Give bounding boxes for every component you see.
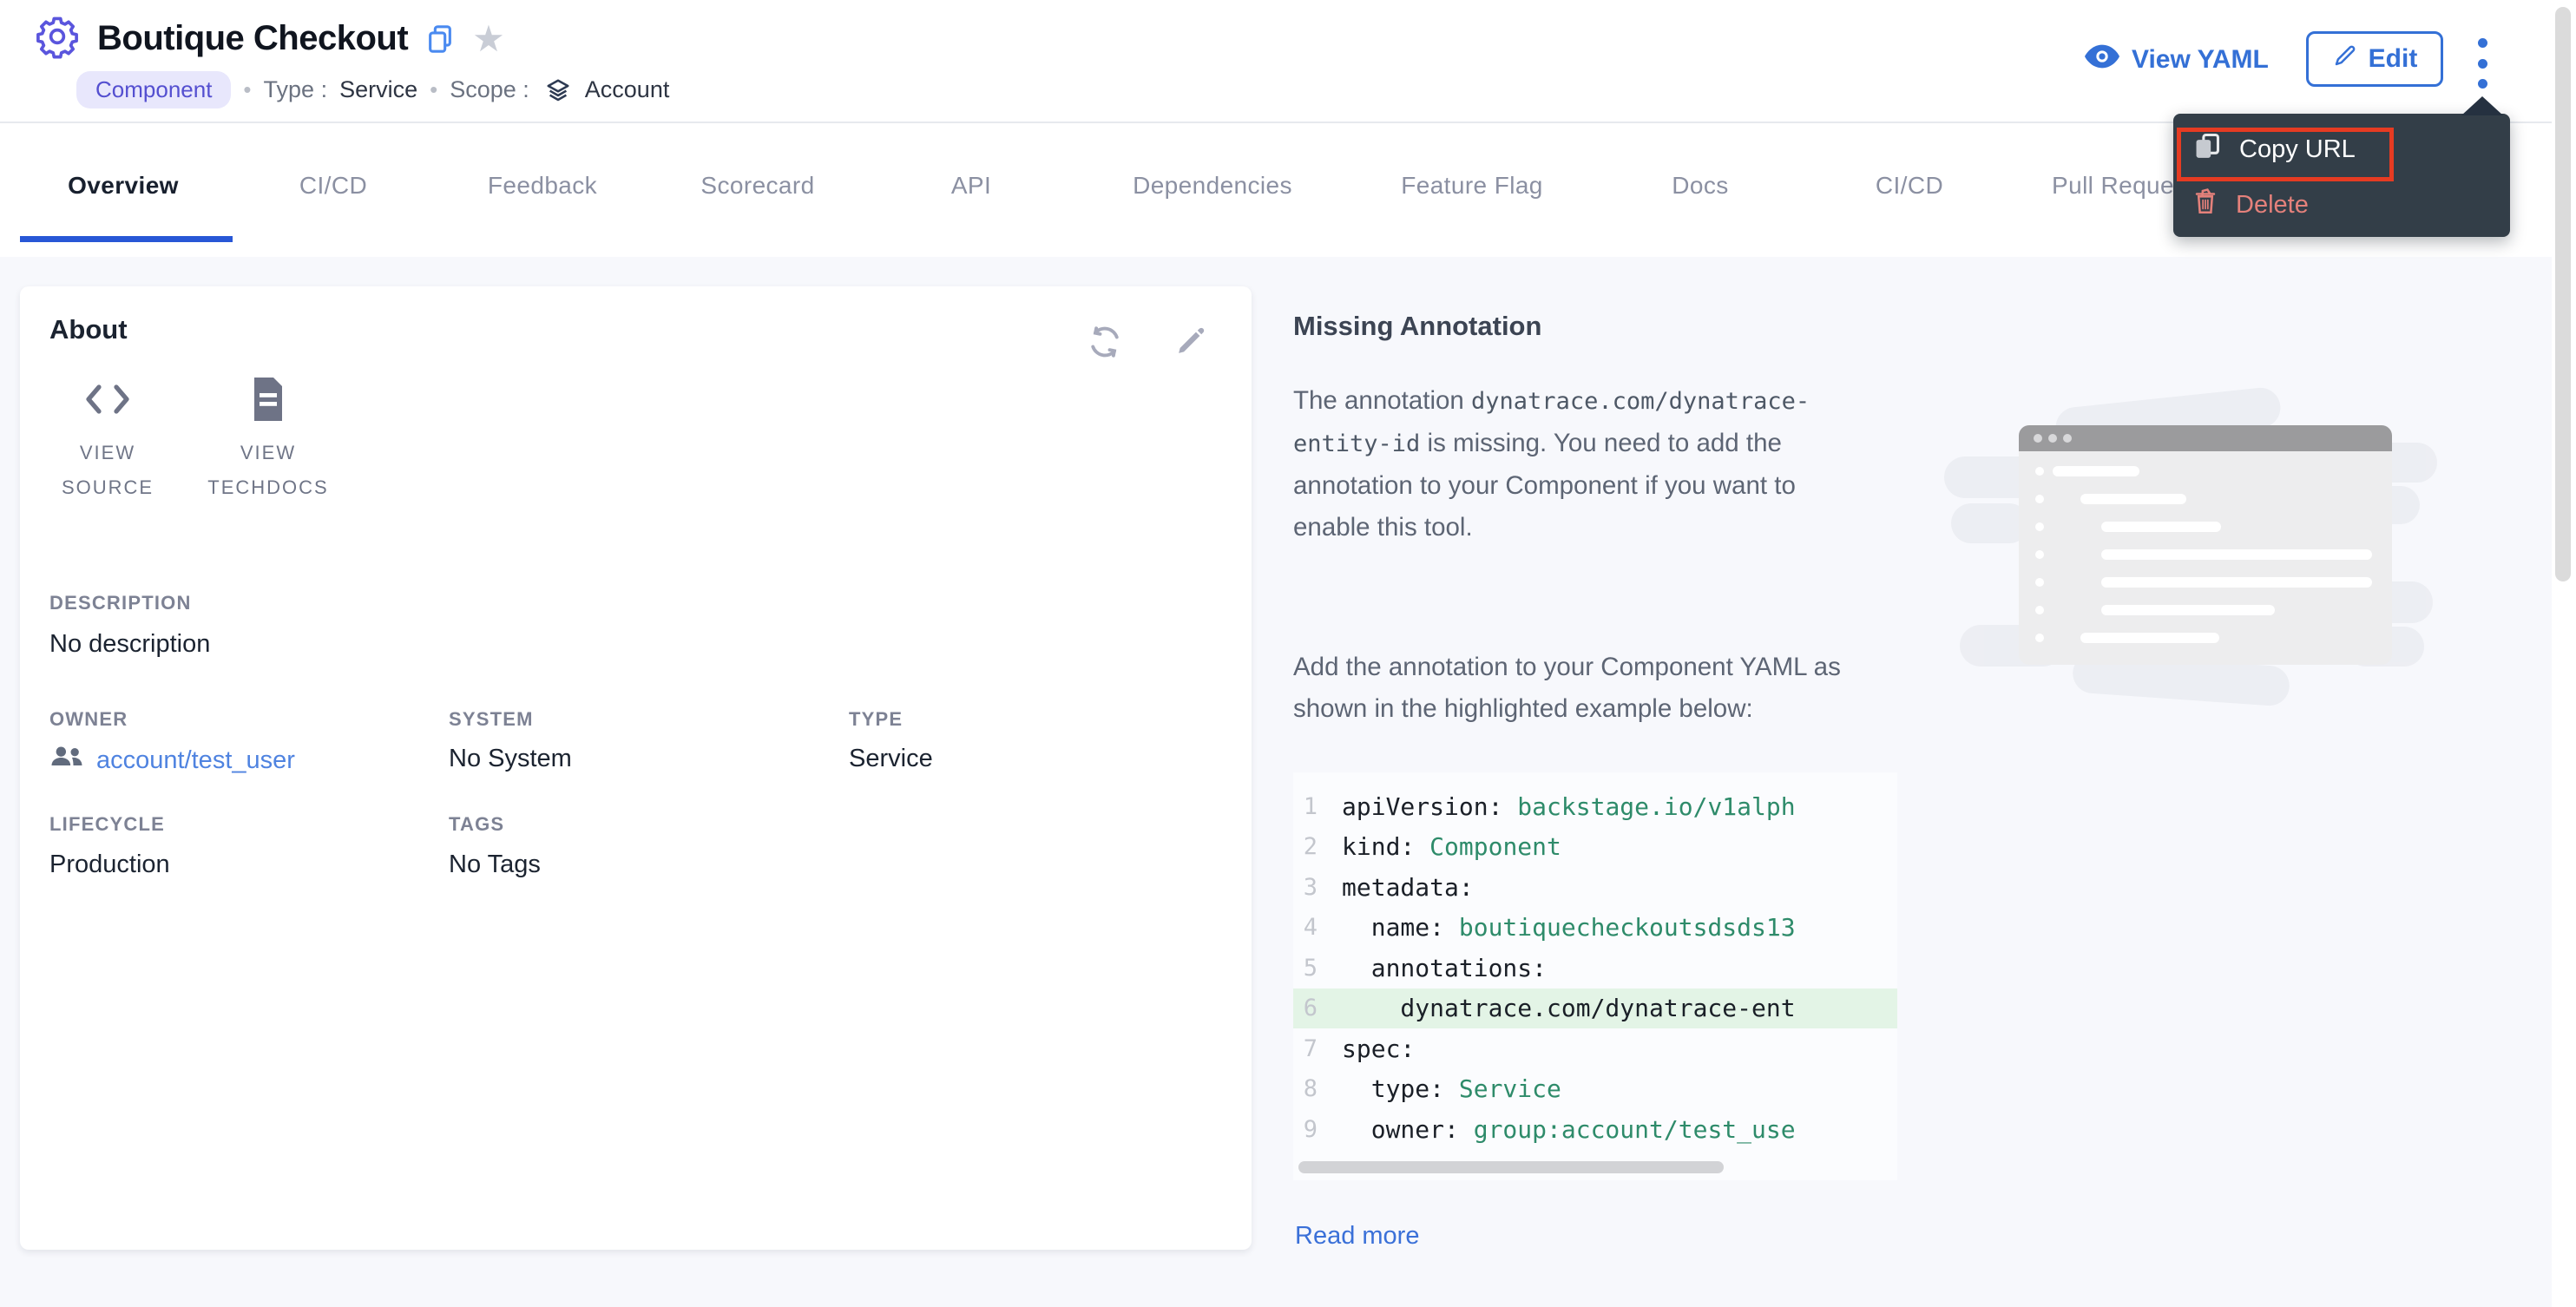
entity-breadcrumb: Component • Type : Service • Scope : Acc… [76, 71, 669, 108]
tags-value: No Tags [449, 851, 541, 879]
pencil-icon [2332, 43, 2358, 76]
owner-label: OWNER [49, 708, 128, 731]
code-line: 5 annotations: [1293, 948, 1897, 988]
code-line: 1apiVersion: backstage.io/v1alph [1293, 786, 1897, 827]
code-line: 8 type: Service [1293, 1069, 1897, 1110]
menu-item-delete[interactable]: Delete [2173, 180, 2510, 230]
copy-icon [2192, 130, 2222, 168]
kind-badge: Component [76, 71, 231, 108]
code-icon [34, 377, 181, 422]
group-icon [49, 745, 84, 776]
entity-actions-menu: Copy URL Delete [2173, 114, 2510, 237]
system-label: SYSTEM [449, 708, 534, 731]
system-value: No System [449, 745, 572, 773]
layers-icon [545, 77, 571, 103]
type-field-value: Service [849, 745, 933, 773]
tab-docs[interactable]: Docs [1672, 172, 1728, 200]
tab-dependencies[interactable]: Dependencies [1133, 172, 1292, 200]
tab-api[interactable]: API [951, 172, 991, 200]
code-line: 3metadata: [1293, 867, 1897, 908]
code-line-highlighted: 6 dynatrace.com/dynatrace-ent [1293, 988, 1897, 1029]
annotation-instruction: Add the annotation to your Component YAM… [1293, 647, 1873, 730]
missing-annotation-title: Missing Annotation [1293, 311, 1541, 342]
tab-cicd[interactable]: CI/CD [299, 172, 367, 200]
tags-label: TAGS [449, 813, 504, 836]
copy-entity-name-button[interactable] [425, 23, 455, 56]
code-line: 2kind: Component [1293, 827, 1897, 868]
about-card-title: About [49, 314, 128, 345]
code-line: 9 owner: group:account/test_use [1293, 1109, 1897, 1150]
tab-scorecard[interactable]: Scorecard [700, 172, 814, 200]
tab-overview[interactable]: Overview [68, 172, 179, 200]
trash-icon [2192, 187, 2218, 223]
main-content: About VIEW SOURCE [0, 257, 2552, 1307]
code-horizontal-scrollbar[interactable] [1298, 1161, 1724, 1173]
type-value: Service [339, 76, 417, 103]
edit-about-icon[interactable] [1171, 323, 1209, 361]
scope-value: Account [585, 76, 670, 103]
edit-button[interactable]: Edit [2306, 31, 2443, 87]
code-line: 7spec: [1293, 1028, 1897, 1069]
kebab-menu-button[interactable] [2470, 38, 2494, 89]
description-value: No description [49, 630, 210, 659]
page-header: Boutique Checkout ★ Component • Type : S… [0, 0, 2552, 123]
eye-icon [2085, 43, 2119, 76]
favorite-star-button[interactable]: ★ [472, 21, 505, 57]
yaml-code-block: 1apiVersion: backstage.io/v1alph 2kind: … [1293, 772, 1897, 1180]
code-line: 4 name: boutiquecheckoutsdsds13 [1293, 908, 1897, 949]
read-more-link[interactable]: Read more [1295, 1222, 1419, 1251]
scope-label: Scope : [450, 76, 529, 103]
about-card: About VIEW SOURCE [20, 286, 1252, 1250]
tab-bar: Overview CI/CD Feedback Scorecard API De… [0, 123, 2552, 257]
annotation-description: The annotation dynatrace.com/dynatrace-e… [1293, 380, 1873, 548]
view-techdocs-link[interactable]: VIEW TECHDOCS [181, 377, 355, 505]
tab-cicd-2[interactable]: CI/CD [1876, 172, 1943, 200]
lifecycle-label: LIFECYCLE [49, 813, 165, 836]
tab-feature-flag[interactable]: Feature Flag [1401, 172, 1543, 200]
description-label: DESCRIPTION [49, 592, 192, 614]
page-title: Boutique Checkout [97, 19, 408, 58]
view-yaml-button[interactable]: View YAML [2085, 43, 2269, 76]
document-icon [181, 377, 355, 422]
type-field-label: TYPE [849, 708, 903, 731]
refresh-icon[interactable] [1086, 323, 1124, 361]
view-source-link[interactable]: VIEW SOURCE [34, 377, 181, 505]
browser-window-illustration [1942, 373, 2446, 716]
menu-item-copy-url[interactable]: Copy URL [2173, 124, 2510, 174]
page-scrollbar-thumb[interactable] [2555, 7, 2571, 581]
owner-link[interactable]: account/test_user [49, 745, 295, 776]
menu-notch [2461, 96, 2503, 115]
tab-feedback[interactable]: Feedback [488, 172, 597, 200]
type-label: Type : [264, 76, 328, 103]
component-gear-icon [35, 14, 80, 63]
lifecycle-value: Production [49, 851, 170, 879]
active-tab-indicator [20, 236, 233, 242]
